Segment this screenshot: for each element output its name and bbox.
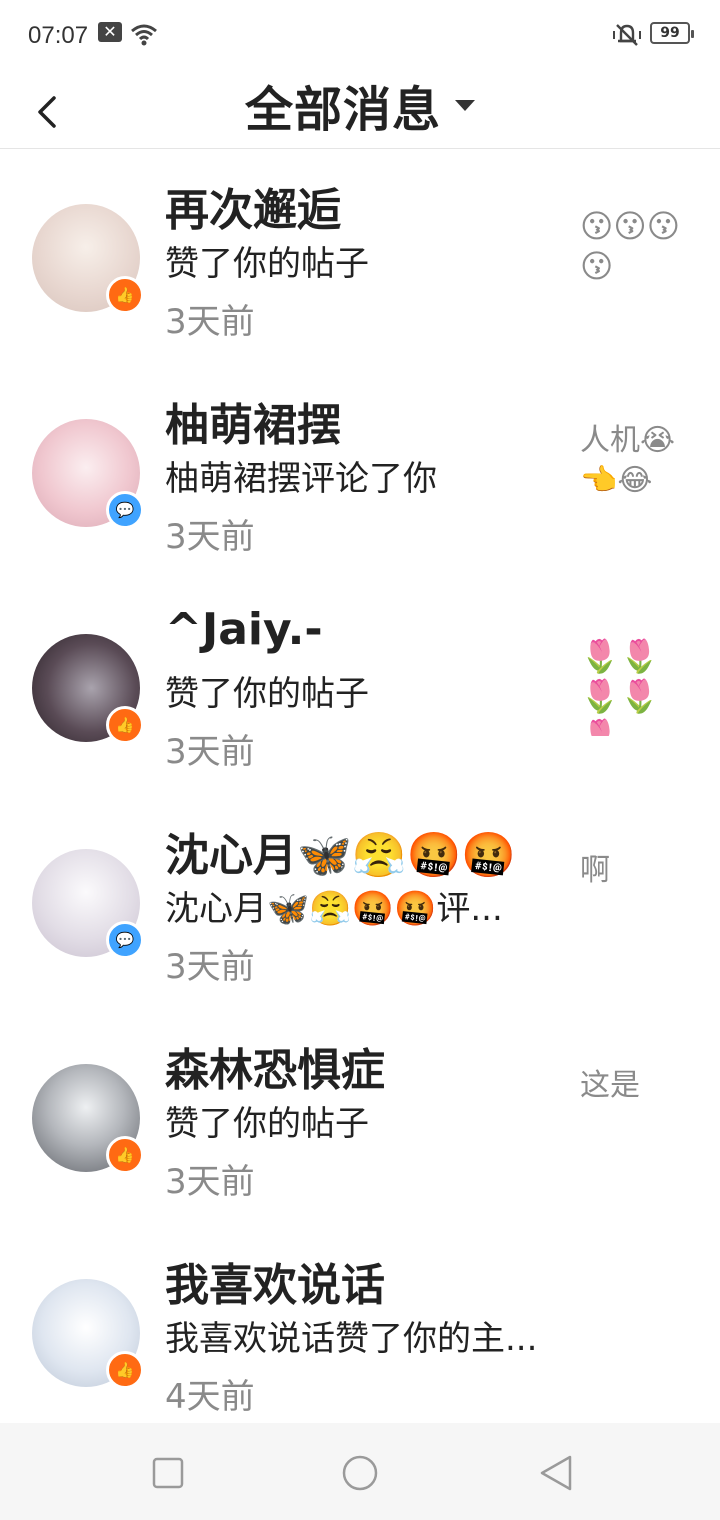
battery-level: 99 [660,25,680,41]
notification-x-icon: ✕ [98,22,122,42]
status-time: 07:07 [28,22,89,49]
caret-down-icon [455,99,475,111]
page-title: 全部消息 [244,82,441,138]
title-dropdown[interactable]: 全部消息 [0,72,720,138]
message-preview: 😗😗😗😗 [580,207,681,285]
battery-icon: 99 [650,22,694,44]
sender-name: 我喜欢说话 [165,1260,385,1311]
sender-name: 再次邂逅 [165,185,341,236]
sender-name: 柚萌裙摆 [165,400,341,451]
status-bar: 07:07 ✕ 99 [0,0,720,70]
message-time: 3天前 [165,517,255,557]
message-preview: 啊 [580,853,610,888]
list-item[interactable]: 💬 柚萌裙摆 柚萌裙摆评论了你 3天前 人机😭👈😂 [0,365,720,580]
message-preview: 🌷🌷🌷🌷🌷... [580,637,660,736]
message-desc: 赞了你的帖子 [165,1104,369,1144]
list-item[interactable]: 👍 森林恐惧症 赞了你的帖子 3天前 这是 [0,1010,720,1225]
silent-bell-icon [612,22,642,48]
list-item[interactable]: 💬 沈心月🦋😤🤬🤬 沈心月🦋😤🤬🤬评... 3天前 啊 [0,795,720,1010]
sender-name: ^Jaiy.- [165,604,323,655]
message-desc: 柚萌裙摆评论了你 [165,459,437,499]
comment-icon: 💬 [106,921,144,959]
message-time: 4天前 [165,1377,255,1417]
thumbs-up-icon: 👍 [106,276,144,314]
list-item[interactable]: 👍 我喜欢说话 我喜欢说话赞了你的主... 4天前 [0,1225,720,1440]
message-preview: 人机😭👈😂 [580,423,676,498]
thumbs-up-icon: 👍 [106,706,144,744]
recent-apps-icon [152,1457,184,1489]
message-time: 3天前 [165,732,255,772]
system-nav-bar [0,1423,720,1520]
sender-name: 森林恐惧症 [165,1045,385,1096]
home-button[interactable] [340,1453,380,1493]
message-desc: 沈心月🦋😤🤬🤬评... [165,889,503,929]
message-desc: 赞了你的帖子 [165,674,369,714]
home-icon [342,1455,378,1491]
message-time: 3天前 [165,1162,255,1202]
message-desc: 赞了你的帖子 [165,244,369,284]
list-item[interactable]: 👍 ^Jaiy.- 赞了你的帖子 3天前 🌷🌷🌷🌷🌷... [0,580,720,795]
nav-back-button[interactable] [536,1453,576,1493]
message-time: 3天前 [165,947,255,987]
message-preview: 这是 [580,1068,640,1103]
message-time: 3天前 [165,302,255,342]
sender-name: 沈心月🦋😤🤬🤬 [165,830,517,881]
header: 全部消息 [0,70,720,149]
recent-apps-button[interactable] [148,1453,188,1493]
message-list: 👍 再次邂逅 赞了你的帖子 3天前 😗😗😗😗 💬 柚萌裙摆 柚萌裙摆评论了你 3… [0,150,720,1440]
back-icon [540,1455,572,1491]
comment-icon: 💬 [106,491,144,529]
message-desc: 我喜欢说话赞了你的主... [165,1319,538,1359]
thumbs-up-icon: 👍 [106,1351,144,1389]
thumbs-up-icon: 👍 [106,1136,144,1174]
wifi-icon [130,22,158,46]
list-item[interactable]: 👍 再次邂逅 赞了你的帖子 3天前 😗😗😗😗 [0,150,720,365]
